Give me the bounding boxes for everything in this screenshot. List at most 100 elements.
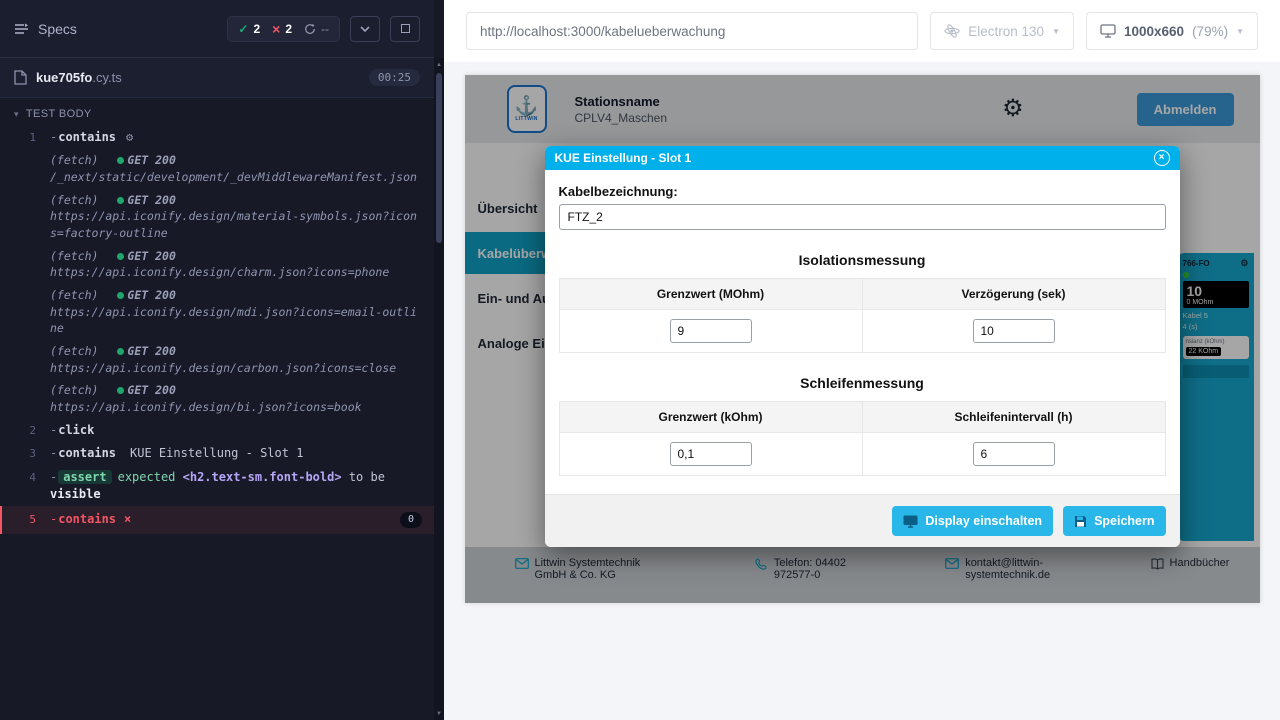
assert-state: visible (50, 487, 101, 501)
cross-icon: × (272, 21, 280, 37)
viewport-zoom: (79%) (1192, 24, 1228, 39)
command-name: contains (58, 130, 116, 144)
command-number (0, 343, 50, 376)
command-name: contains (58, 511, 116, 528)
close-icon[interactable]: × (1154, 150, 1170, 166)
command-number: 4 (0, 469, 50, 504)
modal-title: KUE Einstellung - Slot 1 (555, 151, 692, 165)
modal-body: Kabelbezeichnung: Isolationsmessung Gren… (545, 170, 1180, 476)
command-row-contains-1[interactable]: 1 -contains⚙ (0, 126, 434, 149)
dash: - (50, 470, 57, 484)
reporter-scrollbar[interactable]: ▲ ▼ (434, 58, 444, 720)
specs-list-icon (14, 22, 30, 36)
app-under-test: ⚓ LITTWIN Stationsname CPLV4_Maschen ⚙ A… (465, 75, 1260, 603)
fetch-status: GET 200 (127, 288, 175, 302)
fetch-prefix: (fetch) (50, 249, 98, 263)
fetch-url: https://api.iconify.design/charm.json?ic… (50, 264, 422, 281)
chevron-down-icon (360, 26, 370, 32)
speichern-button[interactable]: Speichern (1063, 506, 1165, 536)
chevron-down-icon: ▾ (14, 109, 19, 120)
reporter-header: Specs ✓2 ×2 -- (0, 0, 434, 58)
command-row-fetch[interactable]: (fetch) GET 200 https://api.iconify.desi… (0, 284, 434, 340)
verzoegerung-sek-input[interactable] (973, 319, 1055, 343)
schleifenintervall-input[interactable] (973, 442, 1055, 466)
command-row-fetch[interactable]: (fetch) GET 200 https://api.iconify.desi… (0, 245, 434, 284)
electron-icon (944, 23, 960, 39)
fetch-status: GET 200 (127, 153, 175, 167)
command-row-click[interactable]: 2 -click (0, 419, 434, 442)
collapse-reporter-button[interactable] (350, 16, 380, 42)
loop-col1-header: Grenzwert (kOhm) (559, 402, 862, 433)
test-body-toggle[interactable]: ▾ TEST BODY (0, 98, 434, 126)
display-einschalten-button[interactable]: Display einschalten (892, 506, 1053, 536)
grenzwert-kohm-input[interactable] (670, 442, 752, 466)
fetch-url: https://api.iconify.design/mdi.json?icon… (50, 304, 422, 337)
command-row-fetch[interactable]: (fetch) GET 200 https://api.iconify.desi… (0, 340, 434, 379)
fetch-url: https://api.iconify.design/bi.json?icons… (50, 399, 422, 416)
command-row-fetch[interactable]: (fetch) GET 200 /_next/static/developmen… (0, 149, 434, 188)
command-name: contains (58, 446, 116, 460)
display-button-label: Display einschalten (925, 514, 1042, 528)
fetch-status: GET 200 (127, 249, 175, 263)
url-bar: http://localhost:3000/kabelueberwachung … (444, 0, 1280, 62)
command-number: 2 (0, 422, 50, 439)
browser-name: Electron 130 (968, 24, 1044, 39)
check-icon: ✓ (238, 22, 248, 36)
command-row-fetch[interactable]: (fetch) GET 200 https://api.iconify.desi… (0, 189, 434, 245)
fetch-prefix: (fetch) (50, 153, 98, 167)
status-dot-icon (117, 387, 124, 394)
browser-selector[interactable]: Electron 130 ▼ (930, 12, 1074, 50)
assert-target: <h2.text-sm.font-bold> (183, 470, 342, 484)
loop-cell-2 (862, 433, 1165, 476)
status-dot-icon (117, 348, 124, 355)
spec-name: kue705fo.cy.ts (36, 70, 122, 85)
gear-icon: ⚙ (126, 130, 133, 144)
command-number: 1 (0, 129, 50, 146)
command-number (0, 287, 50, 337)
command-row-contains-3[interactable]: 3 -containsKUE Einstellung - Slot 1 (0, 442, 434, 465)
retry-count-badge: 0 (400, 512, 422, 529)
url-input[interactable]: http://localhost:3000/kabelueberwachung (466, 12, 918, 50)
scroll-down-icon[interactable]: ▼ (434, 707, 444, 720)
status-dot-icon (117, 292, 124, 299)
specs-menu[interactable]: Specs (14, 21, 217, 37)
save-icon (1074, 515, 1087, 528)
isolationsmessung-table: Grenzwert (MOhm) Verzögerung (sek) (559, 278, 1166, 353)
scroll-up-icon[interactable]: ▲ (434, 58, 444, 71)
command-row-contains-failed[interactable]: 5 -contains × 0 (0, 506, 434, 533)
stat-failed: ×2 (272, 21, 292, 37)
chevron-down-icon: ▼ (1052, 27, 1060, 36)
viewport-size: 1000x660 (1124, 24, 1184, 39)
grenzwert-mohm-input[interactable] (670, 319, 752, 343)
iso-col1-header: Grenzwert (MOhm) (559, 279, 862, 310)
command-number: 3 (0, 445, 50, 462)
viewport-selector[interactable]: 1000x660 (79%) ▼ (1086, 12, 1258, 50)
iso-cell-2 (862, 310, 1165, 353)
dash: - (50, 446, 57, 460)
fail-cross-icon: × (124, 511, 131, 528)
url-text: http://localhost:3000/kabelueberwachung (480, 24, 725, 39)
schleifenmessung-heading: Schleifenmessung (559, 375, 1166, 391)
iso-cell-1 (559, 310, 862, 353)
stop-tests-button[interactable] (390, 16, 420, 42)
command-number: 5 (2, 511, 50, 528)
kabelbezeichnung-input[interactable] (559, 204, 1166, 230)
command-number (0, 382, 50, 415)
modal-footer: Display einschalten Speichern (545, 494, 1180, 547)
monitor-icon (1100, 24, 1116, 38)
scrollbar-thumb[interactable] (436, 73, 442, 243)
command-row-fetch[interactable]: (fetch) GET 200 https://api.iconify.desi… (0, 379, 434, 418)
status-dot-icon (117, 253, 124, 260)
command-row-assert[interactable]: 4 -assertexpected <h2.text-sm.font-bold>… (0, 466, 434, 507)
assert-mid: to be (349, 470, 385, 484)
spec-extension: .cy.ts (92, 70, 121, 85)
fetch-prefix: (fetch) (50, 288, 98, 302)
stat-passed: ✓2 (238, 22, 260, 36)
command-name: click (58, 423, 94, 437)
spec-file-row[interactable]: kue705fo.cy.ts 00:25 (0, 58, 434, 98)
fetch-prefix: (fetch) (50, 383, 98, 397)
save-button-label: Speichern (1094, 514, 1154, 528)
cypress-reporter: Specs ✓2 ×2 -- kue705fo.cy.ts 00:25 (0, 0, 444, 720)
status-dot-icon (117, 197, 124, 204)
schleifenmessung-table: Grenzwert (kOhm) Schleifenintervall (h) (559, 401, 1166, 476)
